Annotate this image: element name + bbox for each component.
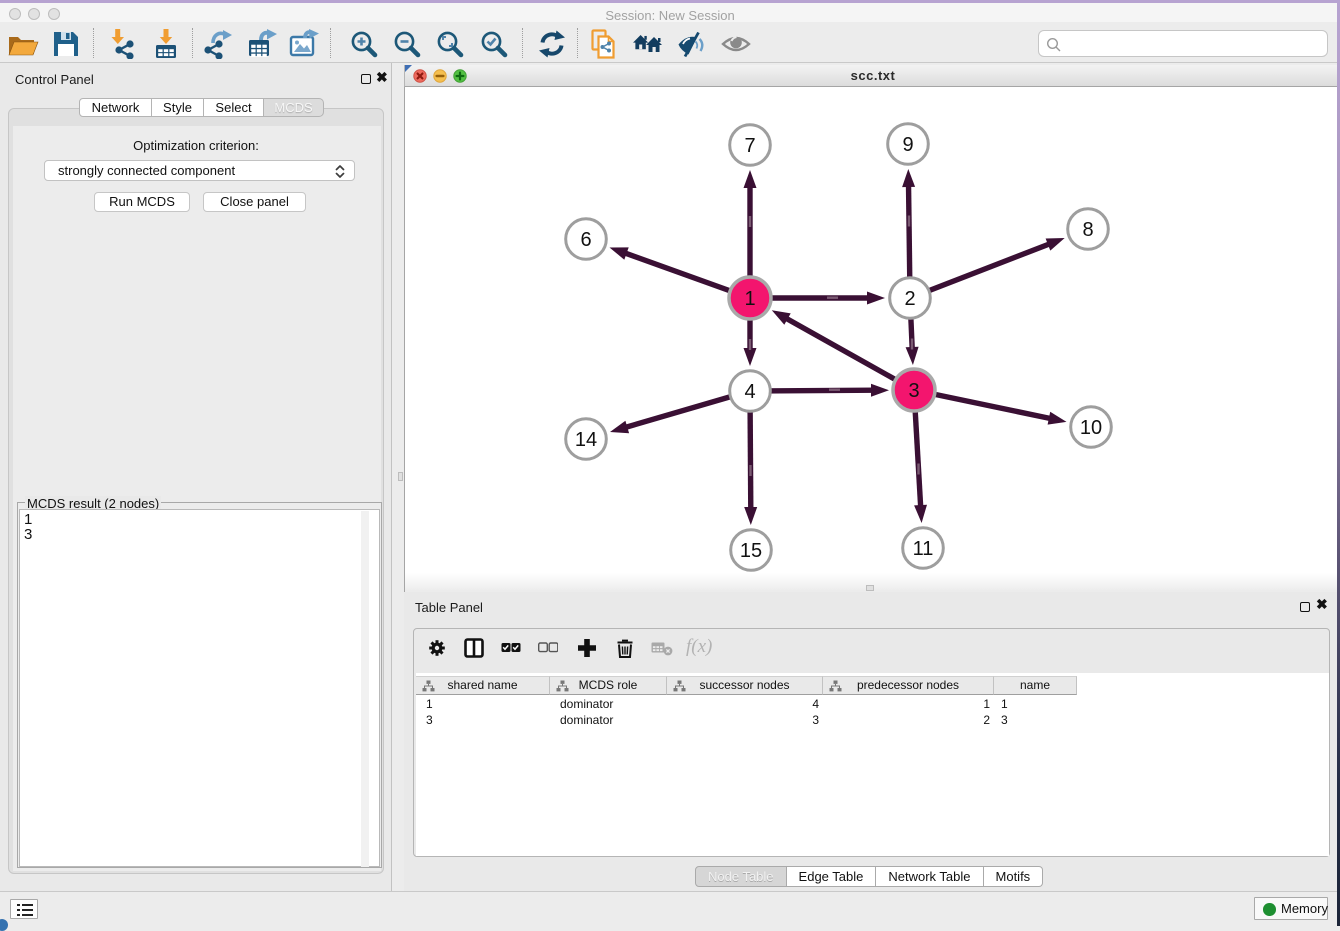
svg-text:7: 7 <box>744 135 755 157</box>
svg-text:14: 14 <box>575 429 597 451</box>
svg-text:10: 10 <box>1080 417 1102 439</box>
svg-text:11: 11 <box>913 538 934 560</box>
svg-text:2: 2 <box>904 288 915 310</box>
svg-text:4: 4 <box>744 381 755 403</box>
svg-text:1: 1 <box>744 288 755 310</box>
svg-text:15: 15 <box>740 540 762 562</box>
svg-text:6: 6 <box>580 229 591 251</box>
svg-text:3: 3 <box>908 380 919 402</box>
svg-text:8: 8 <box>1082 219 1093 241</box>
svg-text:9: 9 <box>902 134 913 156</box>
